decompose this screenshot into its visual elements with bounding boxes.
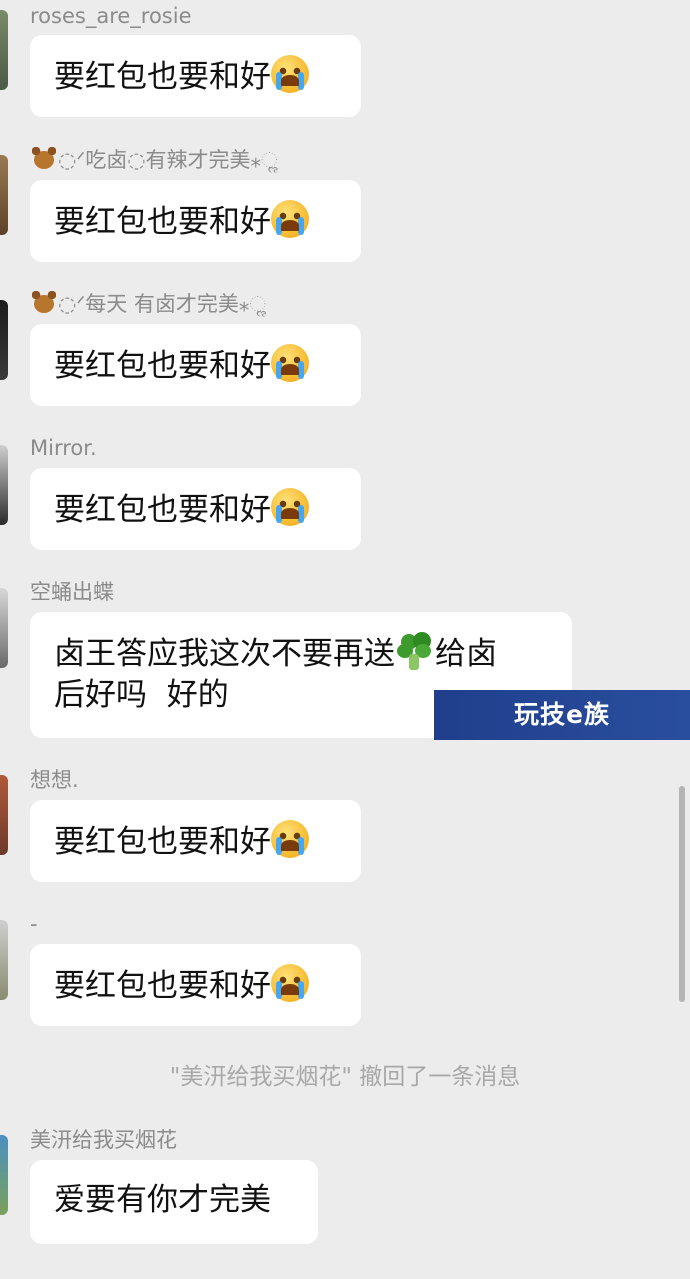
message-bubble[interactable]: 要红包也要和好 — [30, 800, 361, 882]
sender-name: ◌ᐟ每天 有卤才完美⁎ૢ — [30, 290, 266, 318]
loudly-crying-face-icon — [271, 964, 309, 1002]
message-text: 要红包也要和好 — [54, 348, 271, 384]
message-bubble[interactable]: 要红包也要和好 — [30, 944, 361, 1026]
avatar[interactable] — [0, 155, 8, 235]
sender-name: - — [30, 912, 38, 936]
loudly-crying-face-icon — [271, 200, 309, 238]
message-text: 要红包也要和好 — [54, 59, 271, 95]
sender-name: 美汧给我买烟花 — [30, 1128, 177, 1152]
watermark-logo: 玩技e族 — [434, 690, 690, 740]
sender-name: 想想. — [30, 768, 79, 792]
avatar[interactable] — [0, 445, 8, 525]
loudly-crying-face-icon — [271, 344, 309, 382]
scrollbar[interactable] — [679, 786, 685, 1002]
message-bubble[interactable]: 要红包也要和好 — [30, 180, 361, 262]
loudly-crying-face-icon — [271, 55, 309, 93]
recall-notice: "美汧给我买烟花" 撤回了一条消息 — [169, 1064, 521, 1090]
message-text: 爱要有你才完美 — [54, 1182, 271, 1218]
sender-name: Mirror. — [30, 436, 97, 460]
loudly-crying-face-icon — [271, 820, 309, 858]
avatar[interactable] — [0, 10, 8, 90]
message-text: 要红包也要和好 — [54, 824, 271, 860]
message-text: 要红包也要和好 — [54, 492, 271, 528]
message-bubble[interactable]: 要红包也要和好 — [30, 35, 361, 117]
avatar[interactable] — [0, 920, 8, 1000]
avatar[interactable] — [0, 775, 8, 855]
avatar[interactable] — [0, 1135, 8, 1215]
message-bubble[interactable]: 爱要有你才完美 — [30, 1160, 318, 1244]
sender-name: roses_are_rosie — [30, 4, 192, 28]
broccoli-icon — [395, 632, 435, 670]
message-text: 要红包也要和好 — [54, 968, 271, 1004]
loudly-crying-face-icon — [271, 488, 309, 526]
sender-name: 空蛹出蝶 — [30, 580, 114, 604]
message-text: 要红包也要和好 — [54, 204, 271, 240]
teddy-bear-icon — [30, 291, 58, 315]
message-bubble[interactable]: 要红包也要和好 — [30, 468, 361, 550]
avatar[interactable] — [0, 588, 8, 668]
message-text-tail: 给卤 — [435, 636, 497, 672]
message-text: 卤王答应我这次不要再送 — [54, 636, 395, 672]
avatar[interactable] — [0, 300, 8, 380]
sender-name: ◌ᐟ吃卤◌有辣才完美⁎ૢ — [30, 146, 278, 174]
teddy-bear-icon — [30, 147, 58, 171]
chat-window: roses_are_rosie 要红包也要和好 ◌ᐟ吃卤◌有辣才完美⁎ૢ 要红包… — [0, 0, 690, 1279]
message-bubble[interactable]: 要红包也要和好 — [30, 324, 361, 406]
